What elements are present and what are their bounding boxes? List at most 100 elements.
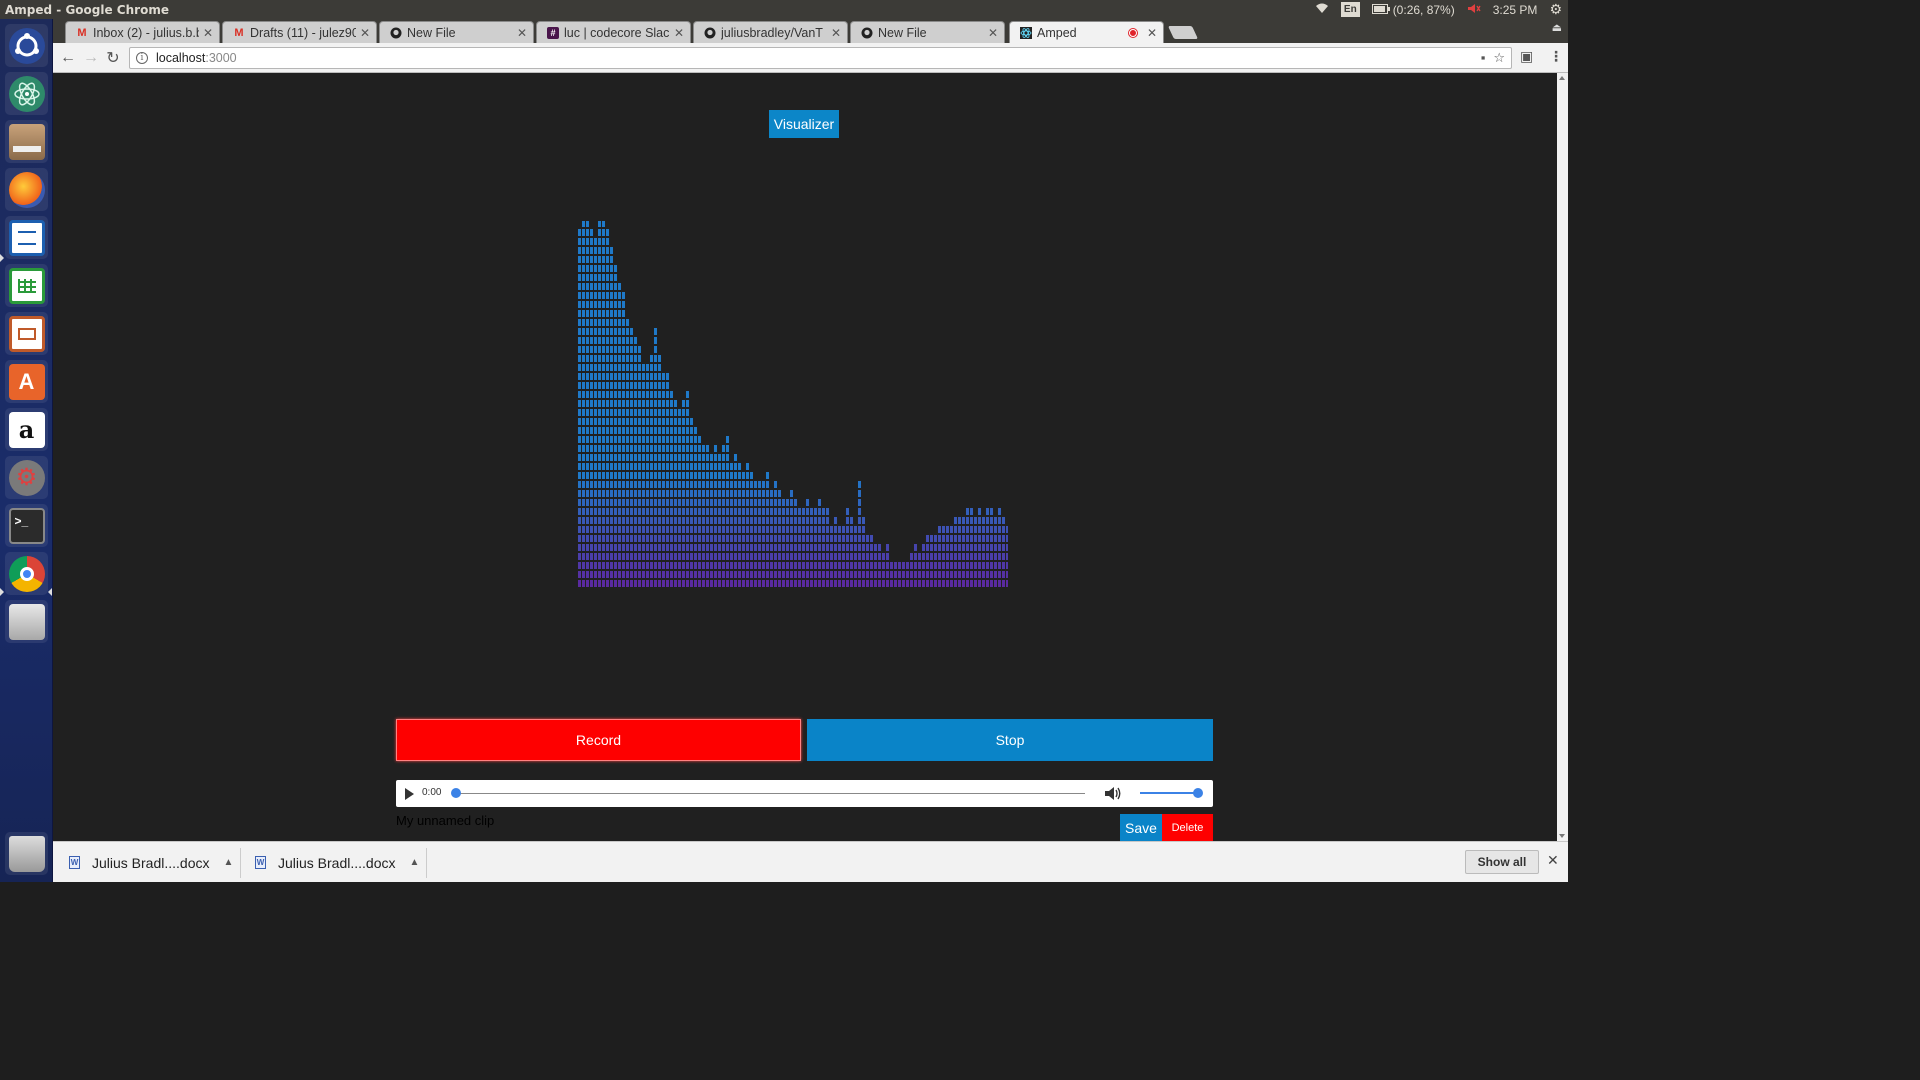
tab-gmail-drafts[interactable]: M Drafts (11) - julez90 ✕ <box>222 21 377 43</box>
close-icon[interactable]: ✕ <box>674 26 684 40</box>
launcher-firefox[interactable] <box>5 168 48 211</box>
seek-handle[interactable] <box>451 788 461 798</box>
spectrum-segment <box>778 526 781 533</box>
launcher-trash[interactable] <box>5 832 48 875</box>
launcher-impress[interactable] <box>5 312 48 355</box>
spectrum-segment <box>630 517 633 524</box>
tab-github-new-file-2[interactable]: New File ✕ <box>850 21 1005 43</box>
visualizer-button[interactable]: Visualizer <box>769 110 839 138</box>
camera-icon[interactable]: ▪ <box>1481 50 1486 66</box>
close-icon[interactable]: ✕ <box>517 26 527 40</box>
launcher-files[interactable] <box>5 120 48 163</box>
tab-gmail-inbox[interactable]: M Inbox (2) - julius.b.b ✕ <box>65 21 220 43</box>
spectrum-segment <box>978 535 981 542</box>
close-icon[interactable]: ✕ <box>360 26 370 40</box>
scroll-down-icon[interactable] <box>1559 834 1565 838</box>
record-button[interactable]: Record <box>396 719 801 761</box>
extension-icon[interactable]: ▣ <box>1520 48 1533 65</box>
launcher-chrome[interactable] <box>5 552 48 595</box>
launcher-terminal[interactable]: >_ <box>5 504 48 547</box>
clock[interactable]: 3:25 PM <box>1493 3 1538 17</box>
launcher-software-center[interactable]: A <box>5 360 48 403</box>
keyboard-layout-indicator[interactable]: En <box>1340 2 1360 17</box>
seek-bar[interactable] <box>455 793 1085 794</box>
tab-slack[interactable]: # luc | codecore Slack ✕ <box>536 21 691 43</box>
page-scrollbar[interactable] <box>1557 73 1568 841</box>
spectrum-segment <box>922 544 925 551</box>
launcher-writer[interactable] <box>5 216 48 259</box>
launcher-atom[interactable] <box>5 72 48 115</box>
spectrum-segment <box>690 445 693 452</box>
close-icon[interactable]: ✕ <box>1147 26 1157 40</box>
close-icon[interactable]: ✕ <box>203 26 213 40</box>
spectrum-segment <box>586 445 589 452</box>
chevron-up-icon[interactable]: ▲ <box>410 857 420 868</box>
info-icon[interactable]: i <box>136 52 148 64</box>
address-bar[interactable]: i localhost :3000 ▪ ☆ <box>129 47 1512 69</box>
battery-indicator[interactable]: (0:26, 87%) <box>1371 3 1455 17</box>
download-item[interactable]: W Julius Bradl....docx ▲ <box>255 842 419 883</box>
launcher-system-settings[interactable]: ⚙ <box>5 456 48 499</box>
spectrum-segment <box>598 472 601 479</box>
spectrum-segment <box>886 553 889 560</box>
spectrum-segment <box>598 544 601 551</box>
spectrum-segment <box>794 544 797 551</box>
spectrum-segment <box>638 508 641 515</box>
spectrum-segment <box>594 265 597 272</box>
spectrum-segment <box>614 346 617 353</box>
star-icon[interactable]: ☆ <box>1493 50 1505 66</box>
spectrum-segment <box>650 580 653 587</box>
delete-button[interactable]: Delete <box>1162 814 1213 841</box>
spectrum-segment <box>666 409 669 416</box>
spectrum-segment <box>614 580 617 587</box>
download-item[interactable]: W Julius Bradl....docx ▲ <box>69 842 233 883</box>
spectrum-segment <box>942 571 945 578</box>
close-icon[interactable]: ✕ <box>1547 852 1559 869</box>
menu-icon[interactable]: ⋮ <box>1549 48 1563 65</box>
spectrum-segment <box>818 544 821 551</box>
save-button[interactable]: Save <box>1120 814 1162 841</box>
tab-amped[interactable]: Amped ✕ <box>1009 21 1164 43</box>
launcher-disk[interactable] <box>5 600 48 643</box>
stop-button[interactable]: Stop <box>807 719 1213 761</box>
spectrum-segment <box>582 229 585 236</box>
spectrum-segment <box>662 526 665 533</box>
tab-github-new-file[interactable]: New File ✕ <box>379 21 534 43</box>
launcher-dash[interactable] <box>5 24 48 67</box>
gear-icon[interactable]: ⚙ <box>1549 1 1562 18</box>
spectrum-segment <box>774 481 777 488</box>
chevron-up-icon[interactable]: ▲ <box>224 857 234 868</box>
show-all-button[interactable]: Show all <box>1465 850 1539 874</box>
volume-muted-icon[interactable] <box>1467 3 1481 17</box>
spectrum-segment <box>910 580 913 587</box>
scroll-up-icon[interactable] <box>1559 76 1565 80</box>
spectrum-segment <box>950 526 953 533</box>
spectrum-segment <box>678 472 681 479</box>
close-icon[interactable]: ✕ <box>831 26 841 40</box>
spectrum-segment <box>590 301 593 308</box>
spectrum-segment <box>614 337 617 344</box>
spectrum-segment <box>742 535 745 542</box>
minimize-icon[interactable]: ⏏ <box>1552 21 1562 34</box>
play-icon[interactable] <box>405 788 414 800</box>
spectrum-segment <box>622 409 625 416</box>
spectrum-segment <box>786 517 789 524</box>
spectrum-segment <box>982 526 985 533</box>
wifi-icon[interactable] <box>1315 3 1329 17</box>
tab-github-repo[interactable]: juliusbradley/VanT ✕ <box>693 21 848 43</box>
clip-name[interactable]: My unnamed clip <box>396 813 494 828</box>
volume-handle[interactable] <box>1193 788 1203 798</box>
spectrum-segment <box>658 544 661 551</box>
volume-slider[interactable] <box>1140 792 1200 794</box>
new-tab-button[interactable] <box>1167 26 1199 39</box>
spectrum-segment <box>630 364 633 371</box>
reload-button[interactable]: ↻ <box>102 47 124 69</box>
launcher-calc[interactable] <box>5 264 48 307</box>
volume-icon[interactable] <box>1104 785 1122 802</box>
launcher-amazon[interactable]: a <box>5 408 48 451</box>
back-button[interactable]: ← <box>57 47 79 69</box>
close-icon[interactable]: ✕ <box>988 26 998 40</box>
forward-button[interactable]: → <box>80 47 102 69</box>
spectrum-segment <box>874 553 877 560</box>
spectrum-segment <box>622 499 625 506</box>
